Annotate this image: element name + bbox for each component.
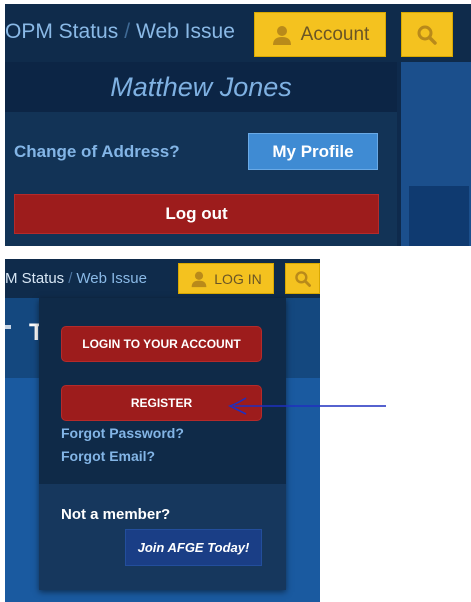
account-button-label: Account bbox=[300, 23, 370, 45]
logged-in-header-screenshot: OPM Status / Web Issue Account Matthew Jon… bbox=[5, 4, 471, 246]
register-button[interactable]: REGISTER bbox=[61, 385, 262, 421]
search-icon bbox=[416, 24, 438, 46]
logged-out-header-screenshot: M Status / Web Issue LOG IN T LOGIN TO YOU… bbox=[5, 259, 320, 602]
breadcrumb-separator: / bbox=[124, 20, 131, 43]
account-menu: Change of Address? My Profile Log out bbox=[5, 112, 397, 246]
user-icon bbox=[271, 24, 293, 46]
user-name: Matthew Jones bbox=[110, 72, 292, 102]
forgot-password-link[interactable]: Forgot Password? bbox=[61, 425, 184, 441]
hero-bullet bbox=[5, 325, 11, 329]
search-button[interactable] bbox=[401, 12, 453, 57]
breadcrumb-opm-status[interactable]: OPM Status bbox=[5, 20, 118, 43]
breadcrumb-opm-status[interactable]: M Status bbox=[5, 270, 64, 287]
breadcrumb-separator: / bbox=[68, 270, 73, 287]
forgot-email-link[interactable]: Forgot Email? bbox=[61, 448, 155, 464]
logout-button[interactable]: Log out bbox=[14, 194, 379, 234]
account-button[interactable]: Account bbox=[254, 12, 386, 57]
breadcrumb-web-issue[interactable]: Web Issue bbox=[136, 20, 235, 43]
breadcrumb: M Status / Web Issue bbox=[5, 270, 147, 287]
membership-section: Not a member? Join AFGE Today! bbox=[39, 484, 286, 590]
join-afge-button[interactable]: Join AFGE Today! bbox=[125, 529, 262, 566]
login-dropdown: LOGIN TO YOUR ACCOUNT REGISTER Forgot Pa… bbox=[39, 298, 286, 590]
user-name-bar: Matthew Jones bbox=[5, 62, 397, 112]
top-bar: M Status / Web Issue LOG IN bbox=[5, 259, 320, 298]
login-to-account-button[interactable]: LOGIN TO YOUR ACCOUNT bbox=[61, 326, 262, 362]
search-button[interactable] bbox=[285, 263, 320, 294]
breadcrumb-web-issue[interactable]: Web Issue bbox=[76, 270, 147, 287]
not-a-member-text: Not a member? bbox=[61, 506, 171, 523]
user-icon bbox=[190, 270, 208, 288]
login-button[interactable]: LOG IN bbox=[178, 263, 274, 294]
search-icon bbox=[294, 270, 312, 288]
hero-panel bbox=[409, 186, 469, 246]
page-background-hero bbox=[401, 62, 471, 246]
my-profile-button[interactable]: My Profile bbox=[248, 133, 378, 170]
breadcrumb: OPM Status / Web Issue bbox=[5, 20, 235, 44]
top-bar: OPM Status / Web Issue Account bbox=[5, 4, 471, 62]
login-button-label: LOG IN bbox=[214, 270, 262, 287]
change-of-address-link[interactable]: Change of Address? bbox=[14, 142, 180, 162]
